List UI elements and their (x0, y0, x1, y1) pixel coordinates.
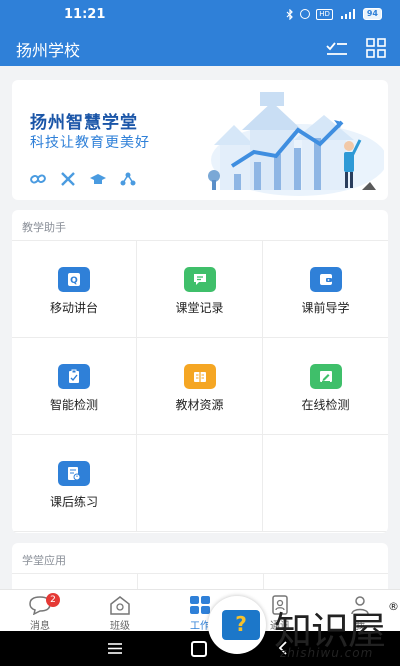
item-online-test[interactable]: 在线检测 (263, 338, 388, 435)
online-test-icon (309, 364, 342, 389)
banner-icons (30, 172, 136, 186)
watermark: ? 知识屋 ® zhishiwu.com (204, 594, 400, 666)
item-label: 在线检测 (301, 398, 350, 412)
item-label: 课前导学 (301, 301, 350, 315)
item-label: 课后练习 (49, 495, 98, 509)
tab-class[interactable]: 班级 (80, 590, 160, 632)
menu-icon[interactable] (108, 643, 122, 654)
item-pre-class-guide[interactable]: 课前导学 (263, 241, 388, 338)
item-mobile-podium[interactable]: Q 移动讲台 (12, 241, 137, 338)
item-label: 教材资源 (175, 398, 224, 412)
clipboard-check-icon (58, 364, 90, 389)
divider (12, 573, 388, 574)
homework-icon (58, 461, 90, 486)
book-resource-icon (183, 364, 216, 389)
empty-cell (137, 435, 263, 532)
watermark-logo: ? (208, 596, 266, 654)
mobile-podium-icon: Q (58, 267, 90, 292)
tab-label: 班级 (110, 621, 130, 632)
tools-icon (61, 172, 75, 186)
wallet-guide-icon (309, 267, 342, 292)
unread-badge: 2 (46, 593, 60, 607)
tab-label: 消息 (30, 621, 50, 632)
hd-icon: HD (316, 8, 333, 20)
banner[interactable]: 扬州智慧学堂 科技让教育更美好 (12, 80, 388, 200)
tab-messages[interactable]: 2 消息 (0, 590, 80, 632)
grid-icon[interactable] (366, 38, 386, 58)
section-title: 学堂应用 (22, 554, 66, 567)
app-bar: 扬州学校 (0, 30, 400, 66)
item-after-class-practice[interactable]: 课后练习 (12, 435, 137, 532)
watermark-url: zhishiwu.com (280, 646, 374, 660)
question-screen-icon: ? (222, 610, 260, 640)
chat-record-icon (183, 267, 216, 292)
school-growth-illustration (208, 92, 384, 196)
item-label: 智能检测 (49, 398, 98, 412)
status-icons: HD 94 (286, 8, 382, 20)
item-smart-test[interactable]: 智能检测 (12, 338, 137, 435)
banner-title: 扬州智慧学堂 (30, 113, 138, 133)
item-class-record[interactable]: 课堂记录 (137, 241, 263, 338)
signal-icon (340, 9, 355, 19)
status-time: 11:21 (64, 7, 106, 22)
teaching-grid: Q 移动讲台 课堂记录 课前导学 智能检测 教材资源 在线检测 课后练习 (12, 240, 388, 532)
network-icon (120, 172, 136, 186)
item-label: 课堂记录 (175, 301, 224, 315)
app-title: 扬州学校 (16, 41, 81, 60)
chain-icon (30, 174, 46, 184)
checklist-icon[interactable] (326, 38, 348, 58)
section-title: 教学助手 (22, 221, 66, 234)
bluetooth-icon (286, 8, 294, 20)
item-textbook-resources[interactable]: 教材资源 (137, 338, 263, 435)
class-house-icon (110, 596, 130, 615)
svg-text:Q: Q (70, 276, 78, 286)
teaching-assistant-section: 教学助手 Q 移动讲台 课堂记录 课前导学 智能检测 教材资源 在线检测 课后练… (12, 210, 388, 533)
watermark-symbol: ? (235, 612, 247, 636)
graduation-cap-icon (90, 174, 106, 184)
status-bar: 11:21 HD 94 (0, 0, 400, 30)
registered-mark: ® (388, 600, 399, 613)
item-label: 移动讲台 (49, 301, 98, 315)
battery-icon: 94 (362, 8, 382, 20)
banner-subtitle: 科技让教育更美好 (30, 135, 150, 151)
alarm-icon (300, 9, 311, 19)
empty-cell (263, 435, 388, 532)
